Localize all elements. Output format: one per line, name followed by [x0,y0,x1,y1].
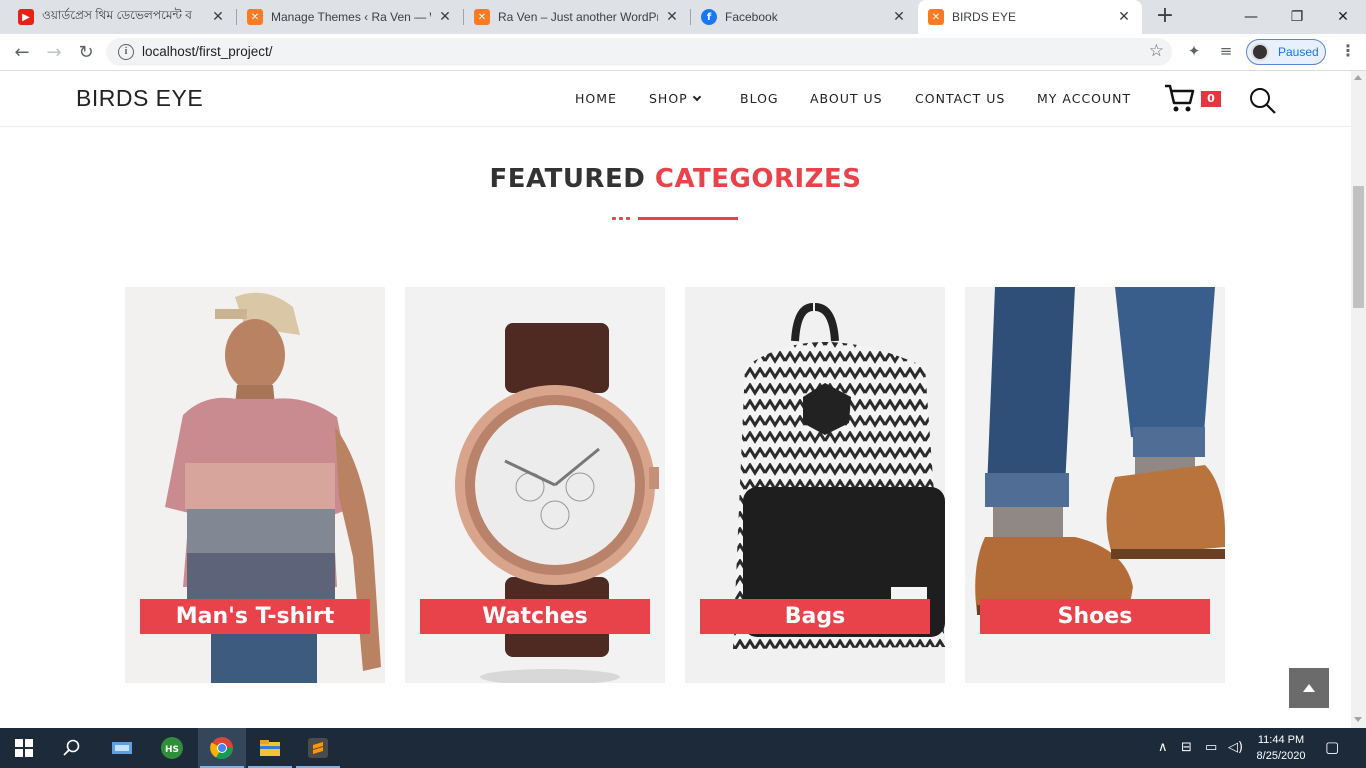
browser-tab[interactable]: ✕ Manage Themes ‹ Ra Ven — W ✕ [237,0,463,34]
nav-home[interactable]: HOME [575,91,617,106]
windows-start-icon[interactable] [0,728,48,768]
url-text[interactable]: localhost/first_project/ [142,44,273,59]
tab-title: Manage Themes ‹ Ra Ven — W [271,10,431,24]
tab-title: Facebook [725,10,778,24]
nav-shop-label: SHOP [649,91,688,106]
browser-menu-icon[interactable]: ⋮ [1338,42,1358,62]
svg-text:HS: HS [165,745,179,755]
minimize-icon[interactable]: — [1228,0,1274,34]
battery-icon[interactable]: ▭ [1205,740,1217,755]
notifications-icon[interactable]: ▢ [1325,738,1339,756]
bookmark-star-icon[interactable]: ☆ [1149,41,1164,61]
divider-dot [619,217,623,220]
divider-dot [626,217,630,220]
cart-count-badge: 0 [1201,91,1221,107]
address-bar[interactable]: i localhost/first_project/ ☆ [106,38,1172,66]
nav-blog[interactable]: BLOG [740,91,779,106]
browser-toolbar: ← → ↻ i localhost/first_project/ ☆ ✦ ≡ P… [0,34,1366,71]
nav-my-account[interactable]: MY ACCOUNT [1037,91,1131,106]
clock-date: 8/25/2020 [1256,750,1306,762]
close-tab-icon[interactable]: ✕ [437,9,453,25]
site-logo[interactable]: BIRDS EYE [76,85,203,112]
volume-icon[interactable]: ◁) [1228,740,1243,755]
category-card-bags[interactable]: Bags [685,287,945,683]
youtube-icon: ▶ [18,9,34,25]
network-icon[interactable]: ⊟ [1181,740,1192,755]
forward-arrow-icon[interactable]: → [40,38,68,66]
section-title-accent: CATEGORIZES [654,164,862,194]
tab-title: ওয়ার্ডপ্রেস থিম ডেভেলপমেন্ট ব [42,8,192,22]
close-tab-icon[interactable]: ✕ [210,9,226,25]
tab-title: Ra Ven – Just another WordPre [498,10,658,24]
file-explorer-icon[interactable] [246,728,294,768]
tab-title: BIRDS EYE [952,10,1017,24]
new-tab-button[interactable]: + [1152,4,1178,30]
divider-line [638,217,738,220]
site-info-icon[interactable]: i [118,44,134,60]
windows-taskbar: HS ∧ ⊟ ▭ ◁) 11:44 PM 8/25/2020 ▢ [0,728,1366,768]
extensions-puzzle-icon[interactable]: ✦ [1184,42,1204,62]
category-label[interactable]: Shoes [980,599,1210,634]
restore-icon[interactable]: ❐ [1274,0,1320,34]
close-tab-icon[interactable]: ✕ [891,9,907,25]
browser-tab[interactable]: f Facebook ✕ [691,0,917,34]
browser-tab[interactable]: ✕ Ra Ven – Just another WordPre ✕ [464,0,690,34]
category-label[interactable]: Man's T-shirt [140,599,370,634]
scroll-up-arrow-icon[interactable] [1354,75,1362,80]
back-to-top-button[interactable] [1289,668,1329,708]
site-header: BIRDS EYE HOME SHOP BLOG ABOUT US CONTAC… [0,71,1351,127]
category-card-watches[interactable]: Watches [405,287,665,683]
scroll-down-arrow-icon[interactable] [1354,717,1362,722]
browser-tab-active[interactable]: ✕ BIRDS EYE ✕ [918,0,1142,34]
clock-time: 11:44 PM [1257,734,1305,746]
window-close-icon[interactable]: ✕ [1320,0,1366,34]
system-clock[interactable]: 11:44 PM 8/25/2020 [1250,732,1312,764]
page-scrollbar[interactable] [1351,71,1366,728]
profile-button[interactable]: Paused [1246,39,1326,65]
browser-tab[interactable]: ▶ ওয়ার্ডপ্রেস থিম ডেভেলপমেন্ট ব ✕ [8,0,236,34]
search-icon[interactable] [1249,87,1277,115]
category-label[interactable]: Bags [700,599,930,634]
avatar [1251,43,1269,61]
facebook-icon: f [701,9,717,25]
browser-tab-bar: ▶ ওয়ার্ডপ্রেস থিম ডেভেলপমেন্ট ব ✕ ✕ Man… [0,0,1366,34]
page-viewport: BIRDS EYE HOME SHOP BLOG ABOUT US CONTAC… [0,71,1351,728]
chrome-icon[interactable] [198,728,246,768]
xampp-icon: ✕ [247,9,263,25]
scroll-thumb[interactable] [1353,186,1364,308]
xampp-icon: ✕ [474,9,490,25]
category-label[interactable]: Watches [420,599,650,634]
divider-dot [612,217,616,220]
section-title: FEATURED CATEGORIZES [0,164,1351,194]
title-divider [612,217,738,221]
search-icon[interactable] [48,728,96,768]
media-queue-icon[interactable]: ≡ [1216,42,1236,62]
profile-status: Paused [1278,45,1319,59]
nav-shop[interactable]: SHOP [649,91,701,106]
reload-icon[interactable]: ↻ [72,38,100,66]
section-title-plain: FEATURED [489,164,646,194]
back-arrow-icon[interactable]: ← [8,38,36,66]
close-tab-icon[interactable]: ✕ [1116,9,1132,25]
chevron-down-icon [692,92,701,102]
nav-contact-us[interactable]: CONTACT US [915,91,1005,106]
category-card-tshirt[interactable]: Man's T-shirt [125,287,385,683]
nav-about-us[interactable]: ABOUT US [810,91,883,106]
sublime-text-icon[interactable] [294,728,342,768]
task-view-icon[interactable] [98,728,146,768]
chevron-up-icon[interactable]: ∧ [1158,740,1168,755]
xampp-icon: ✕ [928,9,944,25]
category-card-shoes[interactable]: Shoes [965,287,1225,683]
hs-app-icon[interactable]: HS [148,728,196,768]
close-tab-icon[interactable]: ✕ [664,9,680,25]
shopping-cart-icon[interactable] [1164,83,1196,113]
